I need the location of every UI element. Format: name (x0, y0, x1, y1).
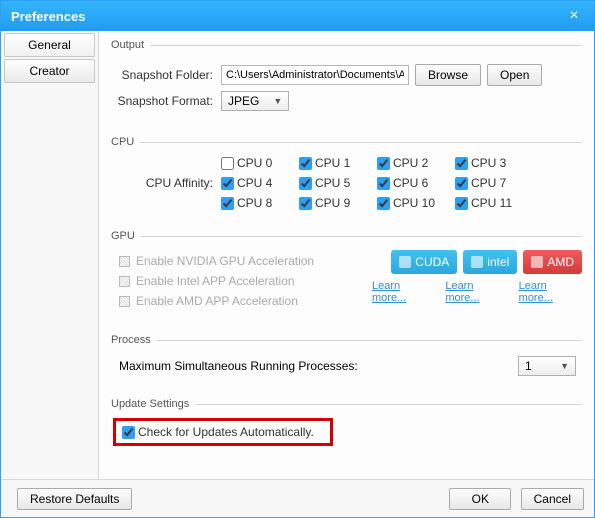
titlebar: Preferences × (1, 1, 594, 31)
output-legend: Output (111, 39, 150, 51)
window-title: Preferences (11, 9, 85, 24)
update-highlight: Check for Updates Automatically. (113, 418, 333, 446)
amd-icon (531, 256, 543, 268)
intel-button[interactable]: intel (463, 250, 517, 274)
tab-creator[interactable]: Creator (4, 59, 95, 83)
ok-button[interactable]: OK (449, 488, 511, 510)
output-group: Output Snapshot Folder: Browse Open Snap… (111, 39, 582, 122)
cuda-icon (399, 256, 411, 268)
chevron-down-icon: ▼ (560, 361, 569, 371)
tab-general[interactable]: General (4, 33, 95, 57)
window-body: General Creator Output Snapshot Folder: … (1, 31, 594, 479)
checkbox-disabled-icon (119, 256, 130, 267)
update-legend: Update Settings (111, 398, 195, 410)
close-icon[interactable]: × (564, 7, 584, 25)
chevron-down-icon: ▼ (273, 96, 282, 106)
process-group: Process Maximum Simultaneous Running Pro… (111, 334, 582, 384)
main-panel: Output Snapshot Folder: Browse Open Snap… (99, 31, 594, 479)
gpu-intel-option: Enable Intel APP Acceleration (119, 274, 372, 288)
open-button[interactable]: Open (487, 64, 542, 86)
restore-defaults-button[interactable]: Restore Defaults (17, 488, 132, 510)
cpu-4-checkbox[interactable]: CPU 4 (221, 176, 299, 190)
cuda-button[interactable]: CUDA (391, 250, 457, 274)
cpu-2-checkbox[interactable]: CPU 2 (377, 156, 455, 170)
learn-more-cuda-link[interactable]: Learn more... (372, 280, 435, 304)
max-processes-label: Maximum Simultaneous Running Processes: (119, 359, 358, 373)
cpu-affinity-label: CPU Affinity: (111, 176, 221, 190)
checkbox-disabled-icon (119, 296, 130, 307)
check-updates-checkbox[interactable]: Check for Updates Automatically. (122, 425, 314, 439)
cpu-5-checkbox[interactable]: CPU 5 (299, 176, 377, 190)
cpu-group: CPU CPU 0 CPU 1 CPU 2 CPU 3 CPU Affinity… (111, 136, 582, 216)
gpu-amd-option: Enable AMD APP Acceleration (119, 294, 372, 308)
snapshot-format-value: JPEG (228, 94, 259, 108)
sidebar: General Creator (1, 31, 99, 479)
cpu-11-checkbox[interactable]: CPU 11 (455, 196, 533, 210)
amd-button[interactable]: AMD (523, 250, 582, 274)
learn-more-amd-link[interactable]: Learn more... (519, 280, 582, 304)
snapshot-folder-input[interactable] (221, 65, 409, 85)
cpu-0-checkbox[interactable]: CPU 0 (221, 156, 299, 170)
cpu-legend: CPU (111, 136, 140, 148)
gpu-legend: GPU (111, 230, 141, 242)
learn-more-intel-link[interactable]: Learn more... (445, 280, 508, 304)
gpu-nvidia-option: Enable NVIDIA GPU Acceleration (119, 254, 372, 268)
snapshot-folder-label: Snapshot Folder: (111, 68, 221, 82)
cpu-1-checkbox[interactable]: CPU 1 (299, 156, 377, 170)
cpu-3-checkbox[interactable]: CPU 3 (455, 156, 533, 170)
footer: Restore Defaults OK Cancel (1, 479, 594, 517)
update-group: Update Settings Check for Updates Automa… (111, 398, 582, 452)
snapshot-format-label: Snapshot Format: (111, 94, 221, 108)
cancel-button[interactable]: Cancel (521, 488, 584, 510)
max-processes-select[interactable]: 1 ▼ (518, 356, 576, 376)
cpu-6-checkbox[interactable]: CPU 6 (377, 176, 455, 190)
cpu-8-checkbox[interactable]: CPU 8 (221, 196, 299, 210)
browse-button[interactable]: Browse (415, 64, 481, 86)
process-legend: Process (111, 334, 157, 346)
checkbox-disabled-icon (119, 276, 130, 287)
cpu-9-checkbox[interactable]: CPU 9 (299, 196, 377, 210)
cpu-10-checkbox[interactable]: CPU 10 (377, 196, 455, 210)
gpu-group: GPU Enable NVIDIA GPU Acceleration Enabl… (111, 230, 582, 320)
max-processes-value: 1 (525, 359, 532, 373)
snapshot-format-select[interactable]: JPEG ▼ (221, 91, 289, 111)
cpu-7-checkbox[interactable]: CPU 7 (455, 176, 533, 190)
intel-icon (471, 256, 483, 268)
preferences-window: Preferences × General Creator Output Sna… (0, 0, 595, 518)
